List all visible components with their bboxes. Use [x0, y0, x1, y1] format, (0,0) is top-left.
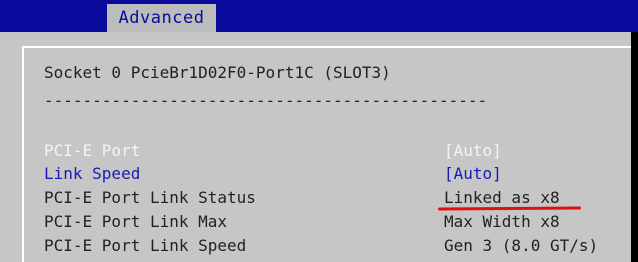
setting-value-link-max: Max Width x8 [444, 212, 560, 231]
setting-label-link-status: PCI-E Port Link Status [44, 188, 256, 207]
setting-value-link-speed[interactable]: [Auto] [444, 164, 502, 184]
setting-label-link-speed[interactable]: Link Speed [44, 164, 140, 184]
setting-value-link-status: Linked as x8 [444, 188, 560, 207]
setting-label-link-max: PCI-E Port Link Max [44, 212, 228, 231]
panel-border [22, 46, 24, 262]
separator: ----------------------------------------… [44, 91, 488, 110]
setting-value-link-speed-status: Gen 3 (8.0 GT/s) [444, 236, 599, 255]
setting-label-link-speed-status: PCI-E Port Link Speed [44, 236, 247, 255]
screen-edge [631, 32, 638, 262]
tab-advanced[interactable]: Advanced [107, 4, 216, 32]
setting-label-pcie-port[interactable]: PCI-E Port [44, 141, 140, 161]
page-title: Socket 0 PcieBr1D02F0-Port1C (SLOT3) [44, 63, 391, 82]
panel-border [22, 46, 632, 48]
menu-bar [0, 0, 638, 32]
setting-value-pcie-port[interactable]: [Auto] [444, 141, 502, 161]
